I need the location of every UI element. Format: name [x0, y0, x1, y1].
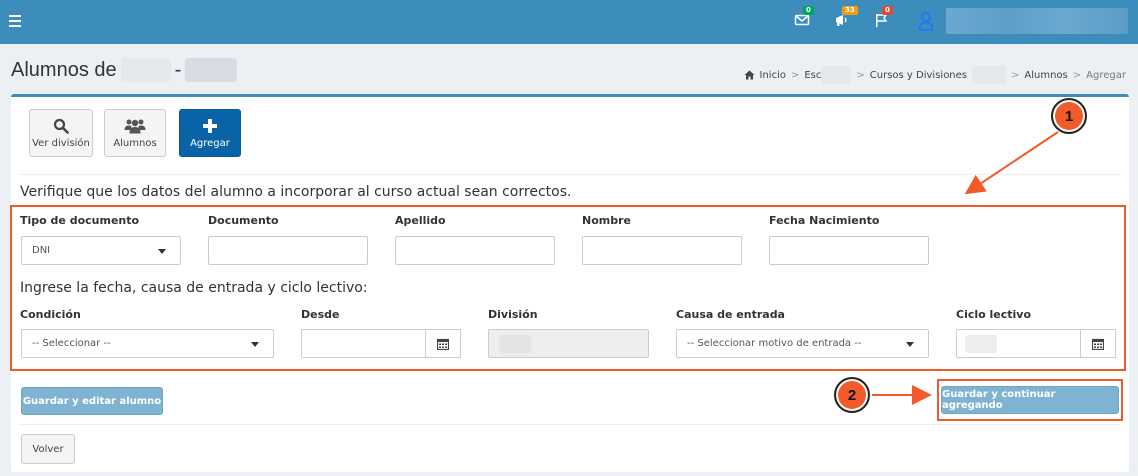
calendar-icon — [437, 338, 449, 350]
divider — [19, 174, 1121, 175]
breadcrumb-escuela[interactable]: Esc — [804, 70, 821, 81]
calendar-icon — [1092, 338, 1104, 350]
apellido-label: Apellido — [395, 214, 446, 227]
fecha-nacimiento-label: Fecha Nacimiento — [769, 214, 880, 227]
redacted-text — [185, 58, 238, 82]
breadcrumb-separator: > — [790, 69, 800, 81]
ver-division-button[interactable]: Ver división — [29, 109, 93, 157]
breadcrumb-separator: > — [1011, 69, 1020, 81]
ver-division-label: Ver división — [32, 138, 90, 149]
page-title-text: Alumnos de — [11, 58, 117, 81]
condicion-value: -- Seleccionar -- — [32, 338, 111, 349]
announcements-bullhorn-icon[interactable]: 33 — [834, 6, 858, 30]
messages-envelope-icon[interactable]: 0 — [794, 6, 814, 30]
alerts-count-badge: 0 — [882, 6, 893, 15]
condicion-select[interactable]: -- Seleccionar -- — [21, 329, 274, 358]
users-group-icon — [124, 117, 146, 135]
home-icon — [744, 70, 754, 80]
search-icon — [53, 117, 69, 135]
annotation-marker-1: 1 — [1051, 98, 1087, 134]
agregar-button[interactable]: Agregar — [179, 109, 241, 157]
verify-instructions: Verifique que los datos del alumno a inc… — [20, 184, 572, 200]
user-name-redacted[interactable] — [946, 8, 1128, 34]
division-label: División — [488, 308, 538, 321]
alumnos-label: Alumnos — [113, 138, 157, 149]
announcements-count-badge: 33 — [842, 6, 858, 15]
redacted-text — [821, 66, 852, 84]
top-navbar: 0 33 0 — [0, 0, 1138, 44]
tipo-documento-select[interactable]: DNI — [21, 236, 181, 265]
desde-calendar-button[interactable] — [425, 329, 461, 358]
messages-count-badge: 0 — [803, 6, 814, 15]
menu-toggle-icon[interactable] — [9, 15, 21, 27]
page-title: Alumnos de - — [11, 58, 238, 82]
breadcrumb-cursos[interactable]: Cursos y Divisiones — [870, 70, 967, 81]
desde-label: Desde — [301, 308, 340, 321]
breadcrumb: Inicio > Esc > Cursos y Divisiones > Alu… — [744, 66, 1126, 84]
desde-date-input[interactable] — [301, 329, 427, 358]
causa-entrada-value: -- Seleccionar motivo de entrada -- — [687, 338, 862, 349]
redacted-text — [499, 334, 531, 353]
section2-instructions: Ingrese la fecha, causa de entrada y cic… — [20, 280, 368, 296]
form-box: Ver división Alumnos Agregar Verifique q… — [10, 94, 1129, 472]
breadcrumb-separator: > — [856, 69, 865, 81]
breadcrumb-alumnos[interactable]: Alumnos — [1024, 70, 1067, 81]
alerts-flag-icon[interactable]: 0 — [873, 6, 893, 30]
ciclo-lectivo-input[interactable] — [956, 329, 1082, 358]
divider — [19, 424, 1121, 425]
breadcrumb-separator: > — [1072, 69, 1082, 81]
guardar-continuar-button[interactable]: Guardar y continuar agregando — [941, 386, 1119, 414]
redacted-text — [972, 66, 1007, 84]
documento-input[interactable] — [208, 236, 368, 265]
redacted-text — [965, 334, 997, 353]
guardar-editar-button[interactable]: Guardar y editar alumno — [21, 387, 163, 415]
title-separator: - — [174, 58, 182, 81]
division-input-disabled — [488, 329, 649, 358]
tipo-documento-value: DNI — [32, 245, 51, 256]
annotation-marker-2: 2 — [834, 377, 870, 413]
documento-label: Documento — [208, 214, 279, 227]
causa-entrada-select[interactable]: -- Seleccionar motivo de entrada -- — [676, 329, 929, 358]
nombre-label: Nombre — [582, 214, 631, 227]
causa-entrada-label: Causa de entrada — [676, 308, 785, 321]
ciclo-calendar-button[interactable] — [1080, 329, 1116, 358]
agregar-label: Agregar — [190, 138, 230, 149]
apellido-input[interactable] — [395, 236, 555, 265]
nombre-input[interactable] — [582, 236, 742, 265]
breadcrumb-current: Agregar — [1086, 69, 1126, 81]
redacted-text — [120, 58, 171, 82]
plus-icon — [203, 117, 217, 135]
fecha-nacimiento-input[interactable] — [769, 236, 929, 265]
ciclo-lectivo-label: Ciclo lectivo — [956, 308, 1032, 321]
breadcrumb-inicio[interactable]: Inicio — [760, 70, 786, 81]
alumnos-button[interactable]: Alumnos — [104, 109, 166, 157]
volver-button[interactable]: Volver — [21, 434, 75, 464]
tipo-documento-label: Tipo de documento — [20, 214, 140, 227]
user-avatar-icon[interactable] — [918, 11, 936, 31]
condicion-label: Condición — [20, 308, 81, 321]
